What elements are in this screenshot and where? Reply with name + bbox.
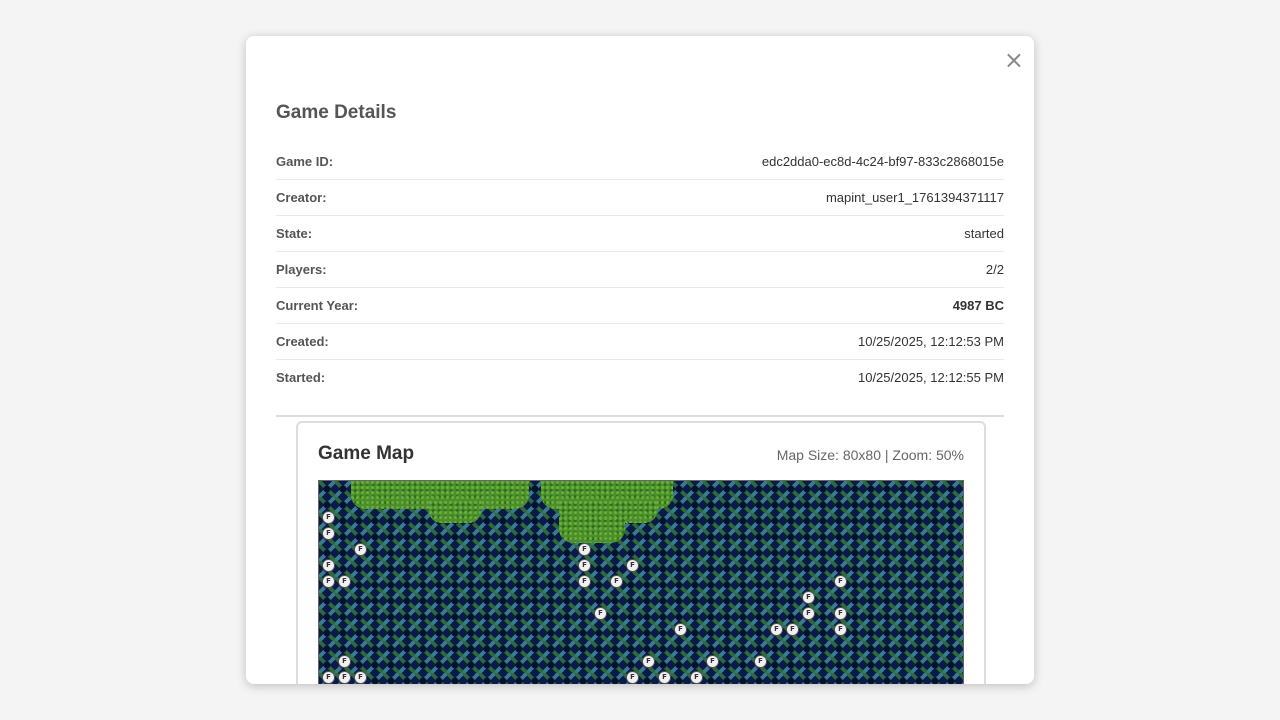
- unit-marker[interactable]: F: [802, 607, 815, 620]
- detail-row-started: Started: 10/25/2025, 12:12:55 PM: [276, 360, 1004, 395]
- detail-value: mapint_user1_1761394371117: [825, 190, 1004, 205]
- unit-marker[interactable]: F: [626, 559, 639, 572]
- land-region: [429, 501, 481, 523]
- detail-value: 10/25/2025, 12:12:55 PM: [857, 370, 1004, 385]
- game-map-canvas[interactable]: FFFFFFFFFFFFFFFFFFFFFFFFFFFFFF: [318, 480, 964, 684]
- detail-label: State:: [276, 226, 313, 241]
- detail-label: Game ID:: [276, 154, 334, 169]
- unit-marker[interactable]: F: [658, 671, 671, 684]
- unit-marker[interactable]: F: [354, 671, 367, 684]
- unit-marker[interactable]: F: [578, 559, 591, 572]
- detail-row-game-id: Game ID: edc2dda0-ec8d-4c24-bf97-833c286…: [276, 144, 1004, 180]
- detail-row-creator: Creator: mapint_user1_1761394371117: [276, 180, 1004, 216]
- unit-marker[interactable]: F: [322, 575, 335, 588]
- detail-label: Players:: [276, 262, 327, 277]
- unit-marker[interactable]: F: [770, 623, 783, 636]
- unit-marker[interactable]: F: [322, 671, 335, 684]
- game-map-card: Game Map Map Size: 80x80 | Zoom: 50% FFF…: [296, 421, 986, 684]
- detail-value: 2/2: [985, 262, 1004, 277]
- unit-marker[interactable]: F: [354, 543, 367, 556]
- unit-marker[interactable]: F: [706, 655, 719, 668]
- unit-marker[interactable]: F: [642, 655, 655, 668]
- details-list: Game ID: edc2dda0-ec8d-4c24-bf97-833c286…: [276, 144, 1004, 395]
- unit-marker[interactable]: F: [626, 671, 639, 684]
- detail-row-players: Players: 2/2: [276, 252, 1004, 288]
- unit-marker[interactable]: F: [610, 575, 623, 588]
- unit-marker[interactable]: F: [754, 655, 767, 668]
- unit-marker[interactable]: F: [338, 655, 351, 668]
- unit-marker[interactable]: F: [578, 575, 591, 588]
- detail-value: started: [964, 226, 1004, 241]
- detail-label: Creator:: [276, 190, 327, 205]
- map-title: Game Map: [318, 443, 415, 464]
- detail-label: Created:: [276, 334, 329, 349]
- detail-row-current-year: Current Year: 4987 BC: [276, 288, 1004, 324]
- detail-value: 4987 BC: [952, 298, 1004, 313]
- unit-marker[interactable]: F: [594, 607, 607, 620]
- detail-row-created: Created: 10/25/2025, 12:12:53 PM: [276, 324, 1004, 360]
- unit-marker[interactable]: F: [322, 559, 335, 572]
- unit-marker[interactable]: F: [834, 623, 847, 636]
- game-details-modal: × Game Details Game ID: edc2dda0-ec8d-4c…: [246, 36, 1034, 684]
- divider: [276, 415, 1004, 417]
- detail-value: 10/25/2025, 12:12:53 PM: [857, 334, 1004, 349]
- detail-value: edc2dda0-ec8d-4c24-bf97-833c2868015e: [761, 154, 1004, 169]
- unit-marker[interactable]: F: [834, 607, 847, 620]
- modal-title: Game Details: [276, 102, 397, 123]
- map-info: Map Size: 80x80 | Zoom: 50%: [776, 447, 964, 463]
- unit-marker[interactable]: F: [802, 591, 815, 604]
- land-region: [559, 517, 625, 543]
- detail-row-state: State: started: [276, 216, 1004, 252]
- unit-marker[interactable]: F: [338, 671, 351, 684]
- unit-marker[interactable]: F: [834, 575, 847, 588]
- unit-marker[interactable]: F: [338, 575, 351, 588]
- unit-marker[interactable]: F: [674, 623, 687, 636]
- unit-marker[interactable]: F: [690, 671, 703, 684]
- unit-marker[interactable]: F: [322, 511, 335, 524]
- detail-label: Current Year:: [276, 298, 359, 313]
- unit-marker[interactable]: F: [786, 623, 799, 636]
- unit-marker[interactable]: F: [322, 527, 335, 540]
- close-icon[interactable]: ×: [1004, 48, 1024, 72]
- detail-label: Started:: [276, 370, 326, 385]
- unit-marker[interactable]: F: [578, 543, 591, 556]
